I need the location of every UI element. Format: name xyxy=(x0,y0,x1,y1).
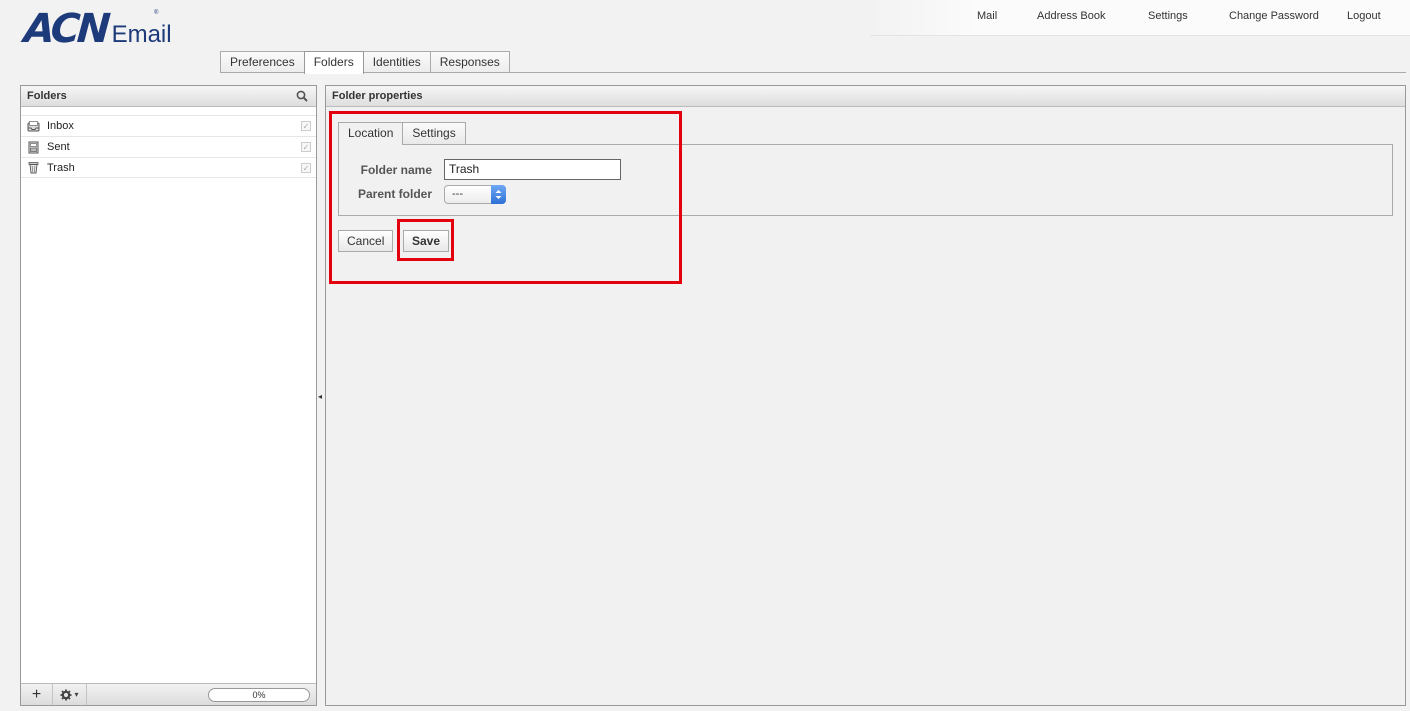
gear-icon xyxy=(60,689,72,700)
folder-properties-header: Folder properties xyxy=(326,86,1405,107)
folder-item-sent[interactable]: Sent ✓ xyxy=(21,136,316,157)
add-folder-button[interactable]: + xyxy=(21,684,53,705)
tab-settings[interactable]: Settings xyxy=(402,122,466,144)
tab-location[interactable]: Location xyxy=(338,122,404,145)
location-fieldset xyxy=(338,144,1393,216)
folder-options-button[interactable]: ▾ xyxy=(53,684,87,705)
folders-panel-title: Folders xyxy=(27,90,67,102)
nav-mail[interactable]: Mail xyxy=(977,10,997,22)
search-icon[interactable] xyxy=(296,90,308,102)
folder-name-label: Folder name xyxy=(360,163,432,177)
cancel-button[interactable]: Cancel xyxy=(338,230,394,252)
save-button[interactable]: Save xyxy=(403,230,450,252)
folder-name: Trash xyxy=(47,161,75,174)
nav-settings[interactable]: Settings xyxy=(1148,10,1188,22)
tab-identities[interactable]: Identities xyxy=(362,51,431,73)
folder-item-inbox[interactable]: Inbox ✓ xyxy=(21,115,316,136)
subscribe-checkbox[interactable]: ✓ xyxy=(301,121,311,131)
plus-icon: + xyxy=(31,685,42,703)
folder-properties-tabs: Location Settings xyxy=(338,122,466,145)
folder-name: Inbox xyxy=(47,120,74,132)
inbox-icon xyxy=(27,120,40,131)
nav-logout[interactable]: Logout xyxy=(1347,10,1381,22)
tabs-divider xyxy=(220,72,1406,73)
acn-email-logo[interactable]: ACN ® Email xyxy=(22,6,172,52)
quota-indicator: 0% xyxy=(208,688,310,702)
logo-acn-text: ACN xyxy=(22,6,110,52)
tab-preferences[interactable]: Preferences xyxy=(220,51,305,73)
parent-folder-select[interactable]: --- xyxy=(444,185,506,204)
subscribe-checkbox[interactable]: ✓ xyxy=(301,163,311,173)
folders-panel: Folders Inbox ✓ Sent ✓ Trash ✓ + ▾ 0% xyxy=(20,85,317,706)
top-navigation: Mail Address Book Settings Change Passwo… xyxy=(870,0,1410,36)
folders-panel-header: Folders xyxy=(21,86,316,107)
folder-item-trash[interactable]: Trash ✓ xyxy=(21,157,316,178)
nav-address-book[interactable]: Address Book xyxy=(1037,10,1105,22)
panel-splitter-handle[interactable]: ◂ xyxy=(318,392,322,401)
nav-change-password[interactable]: Change Password xyxy=(1229,10,1319,22)
folder-properties-title: Folder properties xyxy=(332,90,423,102)
parent-folder-label: Parent folder xyxy=(357,187,432,201)
tab-folders[interactable]: Folders xyxy=(303,51,364,74)
chevron-down-icon: ▾ xyxy=(74,690,79,699)
settings-tabs: Preferences Folders Identities Responses xyxy=(220,51,510,74)
trash-icon xyxy=(28,162,39,174)
folder-properties-panel: Folder properties Location Settings Fold… xyxy=(325,85,1406,706)
tab-responses[interactable]: Responses xyxy=(429,51,510,73)
parent-folder-value: --- xyxy=(452,188,463,200)
folders-panel-footer: + ▾ 0% xyxy=(21,683,316,705)
folder-name-input[interactable]: Trash xyxy=(444,159,621,180)
select-arrows-icon xyxy=(491,185,506,204)
folder-list: Inbox ✓ Sent ✓ Trash ✓ xyxy=(21,115,316,178)
subscribe-checkbox[interactable]: ✓ xyxy=(301,142,311,152)
folder-name: Sent xyxy=(47,141,70,153)
sent-icon xyxy=(28,141,39,153)
logo-trademark: ® xyxy=(154,10,159,16)
logo-email-text: Email xyxy=(111,21,172,48)
